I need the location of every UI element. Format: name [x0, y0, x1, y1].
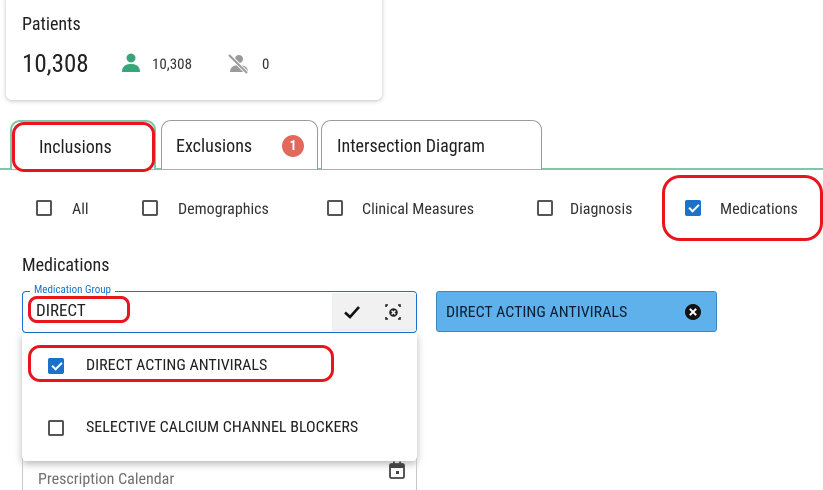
- filter-clinical-measures-checkbox[interactable]: [327, 200, 343, 216]
- option-selective-calcium-channel-blockers-label[interactable]: SELECTIVE CALCIUM CHANNEL BLOCKERS: [86, 417, 358, 436]
- filter-demographics-checkbox[interactable]: [142, 200, 158, 216]
- chip-remove-icon[interactable]: [684, 303, 702, 321]
- clear-selection-icon[interactable]: [383, 302, 403, 322]
- filter-all-checkbox[interactable]: [36, 200, 52, 216]
- patients-title: Patients: [22, 14, 81, 35]
- inactive-patients-count: 0: [262, 55, 270, 73]
- calendar-icon[interactable]: [388, 460, 406, 480]
- filter-diagnosis-checkbox[interactable]: [537, 200, 553, 216]
- option-selective-calcium-channel-blockers-checkbox[interactable]: [48, 420, 64, 436]
- person-off-icon: [227, 53, 249, 74]
- medication-group-label: Medication Group: [30, 283, 115, 296]
- filter-diagnosis-label: Diagnosis: [570, 199, 633, 218]
- prescription-calendar-placeholder: Prescription Calendar: [38, 469, 175, 488]
- exclusions-count-badge: 1: [282, 135, 304, 157]
- filter-clinical-measures-label: Clinical Measures: [362, 199, 475, 218]
- annotation-inclusions-highlight: [12, 122, 155, 172]
- patients-total: 10,308: [22, 50, 89, 79]
- annotation-option-highlight: [28, 345, 334, 382]
- annotation-medications-highlight: [662, 175, 823, 241]
- tab-intersection-diagram[interactable]: Intersection Diagram: [321, 120, 542, 169]
- filter-demographics-label: Demographics: [178, 199, 269, 218]
- active-patients-count: 10,308: [152, 55, 192, 73]
- medications-section-title: Medications: [22, 255, 110, 276]
- annotation-search-term-highlight: [28, 296, 130, 323]
- tab-intersection-label: Intersection Diagram: [337, 136, 485, 157]
- person-icon: [122, 53, 140, 72]
- tab-exclusions-label: Exclusions: [176, 136, 253, 157]
- filter-all-label: All: [72, 199, 89, 218]
- check-icon[interactable]: [343, 303, 361, 321]
- tab-exclusions[interactable]: Exclusions 1: [161, 120, 318, 169]
- calendar-field-border-left: [22, 458, 23, 490]
- calendar-field-border-right: [416, 458, 417, 490]
- selected-medication-chip-label: DIRECT ACTING ANTIVIRALS: [446, 302, 628, 321]
